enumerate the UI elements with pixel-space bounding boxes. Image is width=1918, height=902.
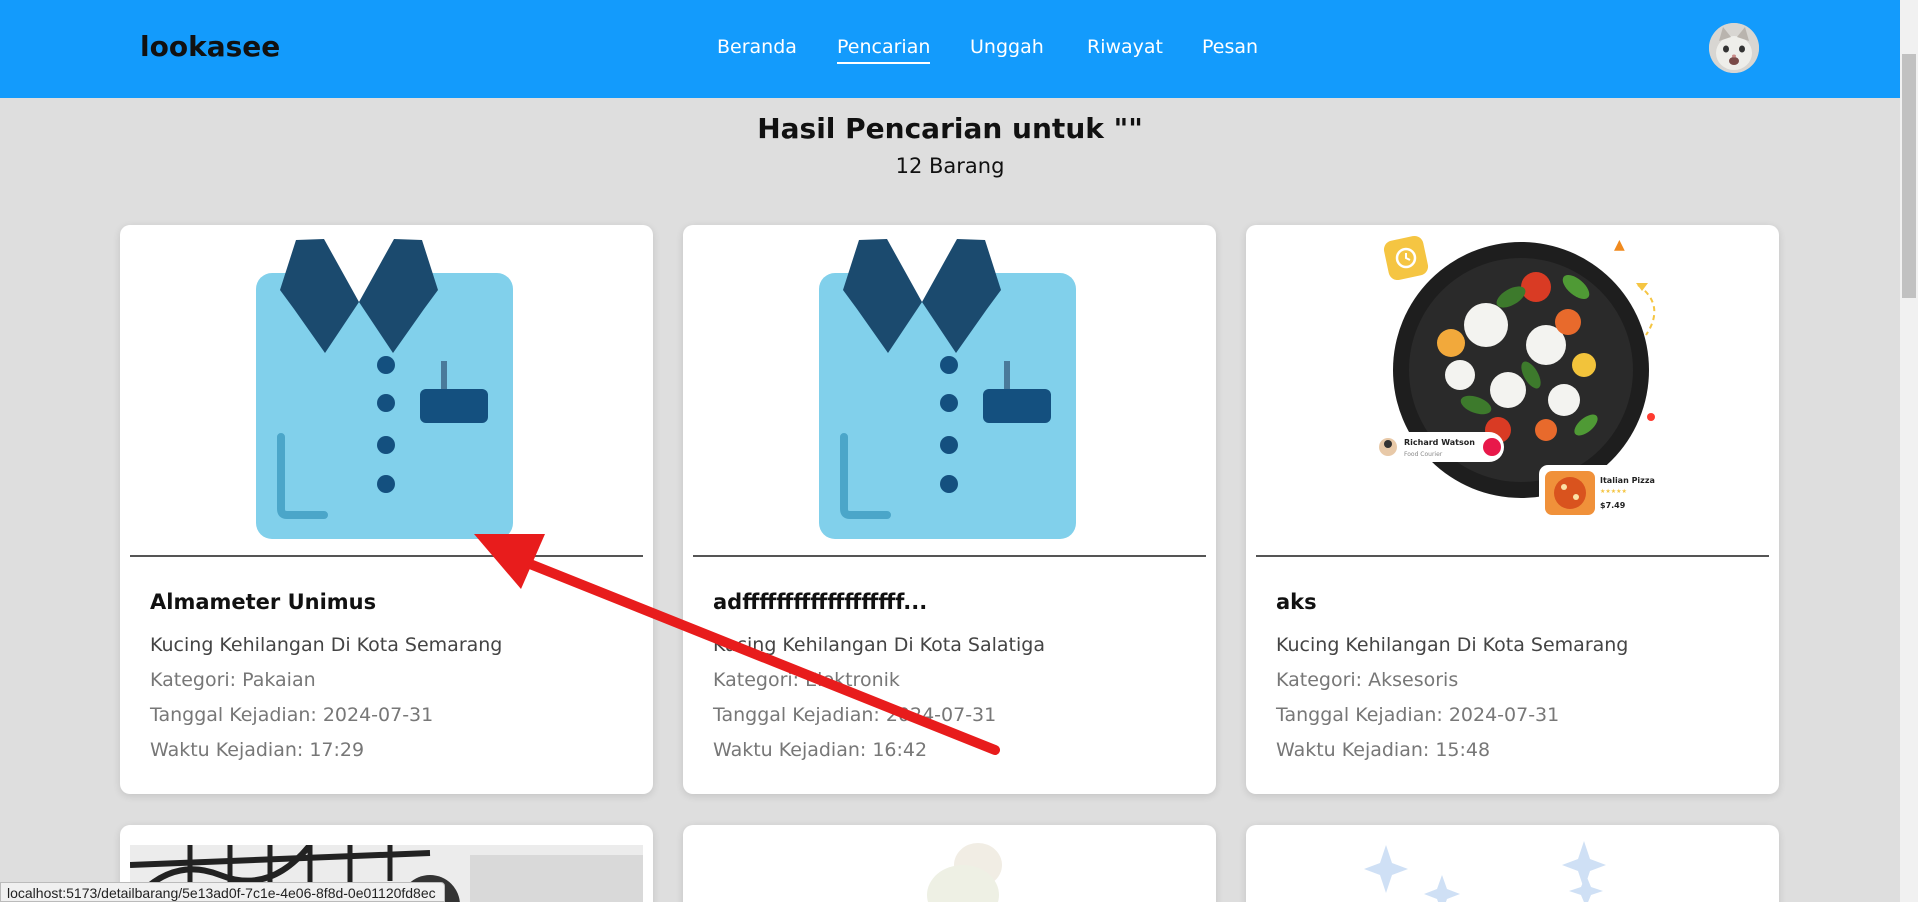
item-description: Kucing Kehilangan Di Kota Salatiga (713, 634, 1045, 656)
item-photo (927, 843, 1002, 902)
item-card[interactable]: Almameter Unimus Kucing Kehilangan Di Ko… (120, 225, 653, 794)
item-description: Kucing Kehilangan Di Kota Semarang (150, 634, 503, 656)
item-date: Tanggal Kejadian: 2024-07-31 (1276, 704, 1560, 726)
card-divider (1256, 555, 1769, 557)
item-card[interactable] (683, 825, 1216, 902)
rating-stars-icon: ★★★★★ (1600, 488, 1627, 495)
item-time: Waktu Kejadian: 16:42 (713, 739, 928, 761)
shirt-icon (819, 239, 1076, 539)
item-image (683, 225, 1216, 555)
item-date: Tanggal Kejadian: 2024-07-31 (150, 704, 434, 726)
nav-unggah[interactable]: Unggah (970, 36, 1044, 58)
dish-name: Italian Pizza (1600, 476, 1655, 485)
item-card[interactable] (1246, 825, 1779, 902)
nav-beranda[interactable]: Beranda (717, 36, 797, 58)
nav-pesan[interactable]: Pesan (1202, 36, 1258, 58)
cat-avatar-icon (1709, 23, 1759, 73)
courier-role: Food Courier (1404, 451, 1443, 458)
nav-pencarian[interactable]: Pencarian (837, 36, 931, 64)
top-navbar: lookasee Beranda Pencarian Unggah Riwaya… (0, 0, 1900, 98)
shirt-icon (256, 239, 513, 539)
item-title[interactable]: aks (1276, 590, 1317, 614)
item-category: Kategori: Pakaian (150, 669, 316, 691)
item-time: Waktu Kejadian: 15:48 (1276, 739, 1491, 761)
card-divider (693, 555, 1206, 557)
status-bar-url: localhost:5173/detailbarang/5e13ad0f-7c1… (0, 882, 445, 902)
item-image: ▲ Richard Watson Food Courier Italian Pi… (1246, 225, 1779, 555)
item-description: Kucing Kehilangan Di Kota Semarang (1276, 634, 1629, 656)
sparkle-icon (1364, 841, 1606, 902)
user-avatar[interactable] (1709, 23, 1759, 73)
scrollbar-thumb[interactable] (1902, 54, 1916, 298)
results-title: Hasil Pencarian untuk "" (757, 112, 1143, 145)
item-card[interactable]: adfffffffffffffffffff... Kucing Kehilang… (683, 225, 1216, 794)
item-image (683, 825, 1216, 902)
dish-price: $7.49 (1600, 501, 1626, 510)
nav-riwayat[interactable]: Riwayat (1087, 36, 1163, 58)
item-title[interactable]: Almameter Unimus (150, 590, 376, 614)
item-image (1246, 825, 1779, 902)
results-count: 12 Barang (895, 154, 1005, 178)
item-title[interactable]: adfffffffffffffffffff... (713, 590, 927, 614)
salad-dish-illustration: ▲ Richard Watson Food Courier Italian Pi… (1374, 235, 1656, 521)
courier-name: Richard Watson (1404, 438, 1475, 447)
svg-text:▲: ▲ (1614, 237, 1625, 253)
item-category: Kategori: Elektronik (713, 669, 900, 691)
item-date: Tanggal Kejadian: 2024-07-31 (713, 704, 997, 726)
card-divider (130, 555, 643, 557)
item-category: Kategori: Aksesoris (1276, 669, 1459, 691)
item-time: Waktu Kejadian: 17:29 (150, 739, 365, 761)
brand-logo[interactable]: lookasee (140, 30, 280, 63)
item-image (120, 225, 653, 555)
item-card[interactable]: ▲ Richard Watson Food Courier Italian Pi… (1246, 225, 1779, 794)
